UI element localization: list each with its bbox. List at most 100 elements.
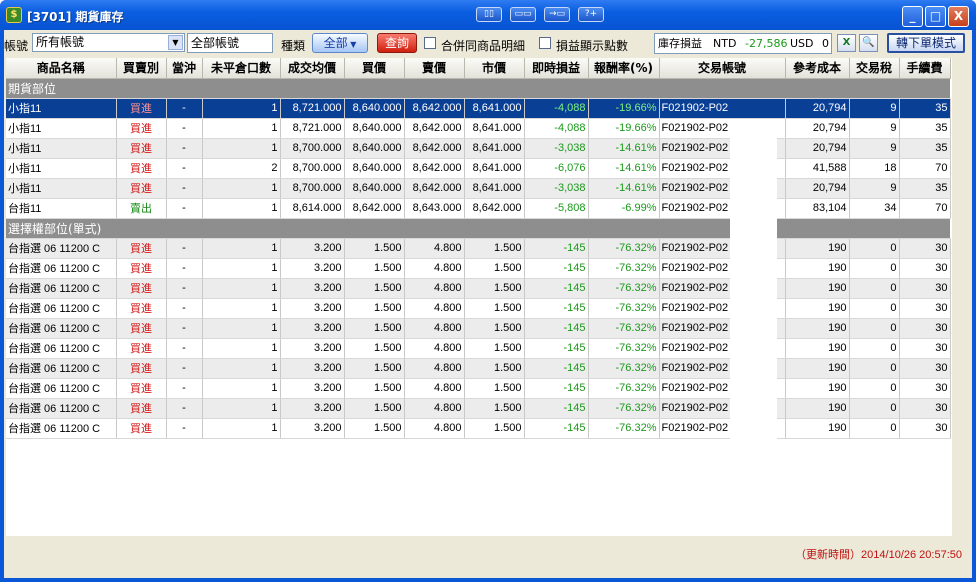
table-row[interactable]: 小指11 買進 -1 8,721.000 8,640.000 8,642.000 8,641… [6,118,951,139]
table-row[interactable]: 台指選 06 11200 C 買進 -1 3.200 1.500 4.800 1.500 -1… [6,298,951,319]
close-button[interactable]: X [948,6,969,27]
maximize-button[interactable]: □ [925,6,946,27]
cell-tax: 0 [849,238,900,259]
table-row[interactable]: 台指選 06 11200 C 買進 -1 3.200 1.500 4.800 1.500 -1… [6,358,951,379]
points-label: 損益顯示點數 [556,39,629,53]
cell-bid: 1.500 [344,398,405,419]
cell-dt: - [166,278,203,299]
cell-avg: 3.200 [280,358,345,379]
column-header[interactable]: 未平倉口數 [202,58,281,79]
section-title: 選擇權部位(單式) [6,218,950,239]
column-header[interactable]: 賣價 [404,58,465,79]
cell-pnl: -145 [524,318,589,339]
column-header[interactable]: 當沖 [166,58,203,79]
cell-bid: 8,640.000 [344,158,405,179]
cell-dt: - [166,418,203,439]
cell-tax: 9 [849,178,900,199]
client-area: 帳號 所有帳號 ▼ 全部帳號 種類 全部 ▼ 查詢 合併同商品明細 損益顯示點數… [4,30,972,578]
cell-ask: 8,642.000 [404,178,465,199]
column-header[interactable]: 商品名稱 [6,58,117,79]
positions-grid[interactable]: 商品名稱 買賣別 當沖 未平倉口數 成交均價 買價 賣價 市價 即時損益 報酬率(%) 交易帳號 參考… [6,58,952,536]
section-header: 期貨部位 [6,78,950,99]
cell-name: 台指選 06 11200 C [6,318,117,339]
table-row[interactable]: 台指選 06 11200 C 買進 -1 3.200 1.500 4.800 1.500 -1… [6,278,951,299]
layout-split-button[interactable]: ▯▯ [476,7,502,22]
cell-mkt: 1.500 [464,378,525,399]
ntd-label: NTD [713,37,737,50]
account-label: 帳號 [4,39,29,53]
cell-mkt: 8,641.000 [464,138,525,159]
column-header[interactable]: 即時損益 [524,58,589,79]
link-window-button[interactable]: →▭ [544,7,570,22]
layout-tile-button[interactable]: ▭▭ [510,7,536,22]
table-row[interactable]: 台指11 賣出 -1 8,614.000 8,642.000 8,643.000 8,642… [6,198,951,219]
table-row[interactable]: 小指11 買進 -1 8,700.000 8,640.000 8,642.000 8,641… [6,138,951,159]
column-header[interactable]: 手續費 [899,58,951,79]
table-row[interactable]: 台指選 06 11200 C 買進 -1 3.200 1.500 4.800 1.500 -1… [6,398,951,419]
table-row[interactable]: 小指11 買進 -1 8,700.000 8,640.000 8,642.000 8,641… [6,178,951,199]
chevron-down-icon[interactable]: ▼ [168,35,183,50]
account-name-field[interactable]: 全部帳號 [187,33,273,53]
cell-cost: 190 [785,358,850,379]
column-header[interactable]: 買價 [344,58,405,79]
cell-pnl: -145 [524,418,589,439]
title-bar[interactable]: $ [3701] 期貨庫存 ▯▯ ▭▭ →▭ ?+ _ □ X [0,0,976,30]
cell-avg: 3.200 [280,258,345,279]
cell-cost: 190 [785,278,850,299]
table-row[interactable]: 台指選 06 11200 C 買進 -1 3.200 1.500 4.800 1.500 -1… [6,378,951,399]
query-button[interactable]: 查詢 [377,33,417,53]
column-header[interactable]: 交易稅 [849,58,900,79]
account-select[interactable]: 所有帳號 ▼ [32,33,185,52]
cell-mkt: 8,641.000 [464,98,525,119]
cell-side: 買進 [116,98,167,119]
cell-qty: 1 [202,138,281,159]
cell-side: 買進 [116,138,167,159]
cell-mkt: 1.500 [464,398,525,419]
table-row[interactable]: 台指選 06 11200 C 買進 -1 3.200 1.500 4.800 1.500 -1… [6,418,951,439]
cell-tax: 0 [849,398,900,419]
table-header: 商品名稱 買賣別 當沖 未平倉口數 成交均價 買價 賣價 市價 即時損益 報酬率(%) 交易帳號 參考… [6,58,951,79]
cell-ret: -19.66% [588,118,660,139]
cell-qty: 1 [202,238,281,259]
points-checkbox[interactable] [539,37,551,49]
cell-mkt: 1.500 [464,318,525,339]
table-row[interactable]: 台指選 06 11200 C 買進 -1 3.200 1.500 4.800 1.500 -1… [6,318,951,339]
cell-name: 小指11 [6,158,117,179]
cell-fee: 70 [899,198,951,219]
column-header[interactable]: 參考成本 [785,58,850,79]
column-header[interactable]: 報酬率(%) [588,58,660,79]
column-header[interactable]: 市價 [464,58,525,79]
excel-export-icon[interactable]: X [837,34,856,52]
table-row[interactable]: 小指11 買進 -1 8,721.000 8,640.000 8,642.000 8,641… [6,98,951,119]
cell-name: 台指選 06 11200 C [6,358,117,379]
help-button[interactable]: ?+ [578,7,604,22]
cell-tax: 0 [849,338,900,359]
cell-pnl: -6,076 [524,158,589,179]
table-row[interactable]: 台指選 06 11200 C 買進 -1 3.200 1.500 4.800 1.500 -1… [6,238,951,259]
cell-mkt: 1.500 [464,238,525,259]
cell-pnl: -145 [524,238,589,259]
cell-side: 買進 [116,178,167,199]
cell-name: 台指選 06 11200 C [6,418,117,439]
column-header[interactable]: 買賣別 [116,58,167,79]
column-header[interactable]: 交易帳號 [659,58,786,79]
usd-label: USD [790,37,814,50]
cell-name: 台指選 06 11200 C [6,298,117,319]
minimize-button[interactable]: _ [902,6,923,27]
cell-bid: 1.500 [344,418,405,439]
cell-fee: 70 [899,158,951,179]
search-icon[interactable]: 🔍 [859,34,878,52]
table-row[interactable]: 台指選 06 11200 C 買進 -1 3.200 1.500 4.800 1.500 -1… [6,338,951,359]
table-row[interactable]: 台指選 06 11200 C 買進 -1 3.200 1.500 4.800 1.500 -1… [6,258,951,279]
kind-dropdown-button[interactable]: 全部 ▼ [312,33,368,53]
cell-ret: -14.61% [588,178,660,199]
merge-checkbox[interactable] [424,37,436,49]
switch-order-mode-button[interactable]: 轉下單模式 [887,33,965,53]
cell-name: 台指選 06 11200 C [6,378,117,399]
cell-dt: - [166,378,203,399]
cell-fee: 35 [899,118,951,139]
cell-mkt: 1.500 [464,278,525,299]
table-row[interactable]: 小指11 買進 -2 8,700.000 8,640.000 8,642.000 8,641… [6,158,951,179]
column-header[interactable]: 成交均價 [280,58,345,79]
usd-value: 0 [822,37,829,50]
